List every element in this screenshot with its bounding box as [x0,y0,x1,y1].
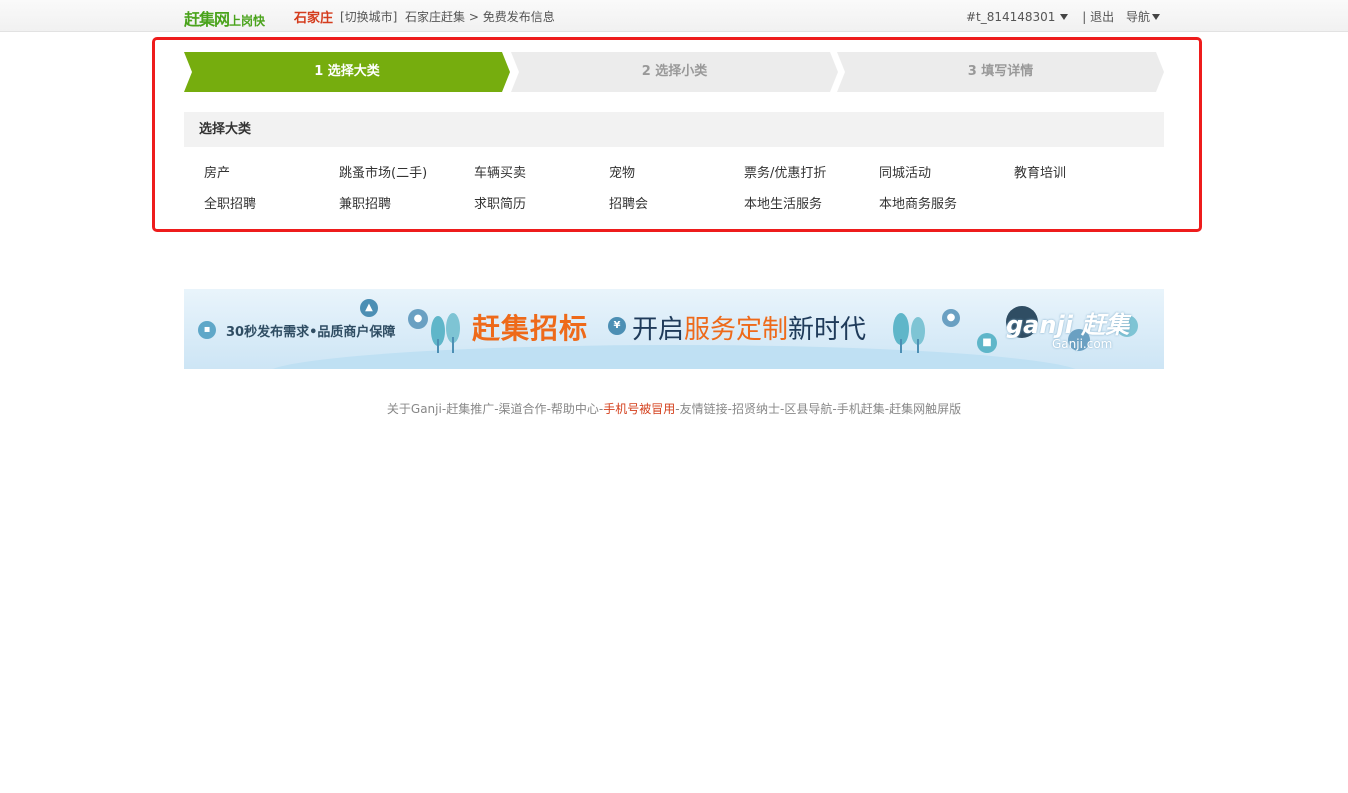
footer-link-district[interactable]: 区县导航 [784,402,832,416]
footer-link-friends[interactable]: 友情链接 [680,402,728,416]
category-item[interactable]: 本地商务服务 [879,193,957,212]
ad-banner[interactable]: ▪ 30秒发布需求•品质商户保障 ▲ ● 赶集招标 ¥ 开启服务定制新时代 ● … [184,289,1164,369]
logo-sub-text: 上岗快 [229,14,266,28]
breadcrumb-home-link[interactable]: 石家庄赶集 [405,10,465,24]
top-bar: 赶集网上岗快 石家庄 [切换城市] 石家庄赶集 > 免费发布信息 #t_8141… [0,0,1348,32]
username: #t_814148301 [965,9,1056,24]
step-2-label: 2 选择小类 [641,64,708,79]
user-icon: ● [408,309,428,329]
step-3: 3 填写详情 [837,52,1164,92]
category-item[interactable]: 教育培训 [1014,162,1066,181]
ganji-banner-domain: Ganji.com [1052,337,1113,351]
user-icon: ● [942,309,960,327]
current-city: 石家庄 [294,11,334,26]
slogan-post: 新时代 [788,315,867,345]
user-area: #t_814148301 | 退出 导航 [966,8,1160,25]
logo-main-text: 赶集网 [184,10,230,29]
footer-link-promote[interactable]: 赶集推广 [446,402,494,416]
footer-link-mobile[interactable]: 手机赶集 [837,402,885,416]
footer-link-jobs[interactable]: 招贤纳士 [732,402,780,416]
step-1-label: 1 选择大类 [314,64,380,79]
footer-link-touch[interactable]: 赶集网触屏版 [889,402,961,416]
category-item[interactable]: 求职简历 [474,193,526,212]
breadcrumb-current: 免费发布信息 [482,10,555,24]
chevron-down-icon [1060,13,1069,20]
category-item[interactable]: 兼职招聘 [339,193,391,212]
banner-wave-decoration [264,345,1084,369]
category-item[interactable]: 房产 [204,162,230,181]
username-menu[interactable]: #t_814148301 [965,9,1069,24]
banner-brand: 赶集招标 [472,312,589,345]
category-item[interactable]: 跳蚤市场(二手) [339,162,427,181]
logout-link[interactable]: 退出 [1090,8,1114,25]
step-3-label: 3 填写详情 [967,64,1034,79]
breadcrumb-separator: > [465,10,483,24]
category-item[interactable]: 同城活动 [879,162,931,181]
footer-link-phone-abuse[interactable]: 手机号被冒用 [603,402,675,416]
nav-label: 导航 [1125,10,1150,24]
chevron-down-icon [1152,13,1160,20]
step-2: 2 选择小类 [511,52,838,92]
nav-menu[interactable]: 导航 [1126,8,1160,25]
category-item[interactable]: 车辆买卖 [474,162,526,181]
service-icon: ■ [977,333,997,353]
slogan-pre: 开启 [632,315,685,345]
slogan-highlight: 服务定制 [684,315,789,345]
briefcase-icon: ▪ [198,321,216,339]
switch-city-link[interactable]: [切换城市] [340,8,397,25]
yen-icon: ¥ [608,317,626,335]
footer-links: 关于Ganji-赶集推广-渠道合作-帮助中心-手机号被冒用-友情链接-招贤纳士-… [184,400,1164,417]
ganji-logo[interactable]: 赶集网上岗快 [184,6,265,30]
category-item[interactable]: 票务/优惠打折 [744,162,826,181]
category-item[interactable]: 招聘会 [609,193,648,212]
footer-link-help[interactable]: 帮助中心 [551,402,599,416]
banner-slogan: 开启服务定制新时代 [632,309,866,346]
tree-icon [893,313,925,353]
banner-tagline: 30秒发布需求•品质商户保障 [226,325,396,340]
category-section-title: 选择大类 [184,112,1164,147]
category-item[interactable]: 全职招聘 [204,193,256,212]
footer-link-about[interactable]: 关于Ganji [387,402,442,416]
footer-link-channel[interactable]: 渠道合作 [499,402,547,416]
divider: | [1082,9,1087,24]
ganji-banner-logo: ganji 赶集 [1006,311,1130,339]
breadcrumb: 石家庄赶集 > 免费发布信息 [405,8,555,25]
top-bar-inner: 赶集网上岗快 石家庄 [切换城市] 石家庄赶集 > 免费发布信息 #t_8141… [184,0,1164,32]
step-1[interactable]: 1 选择大类 [184,52,510,92]
flask-icon: ▲ [360,299,378,317]
category-item[interactable]: 本地生活服务 [744,193,822,212]
category-item[interactable]: 宠物 [609,162,635,181]
step-indicator: 1 选择大类 2 选择小类 3 填写详情 [184,52,1164,92]
tree-icon [431,313,460,353]
